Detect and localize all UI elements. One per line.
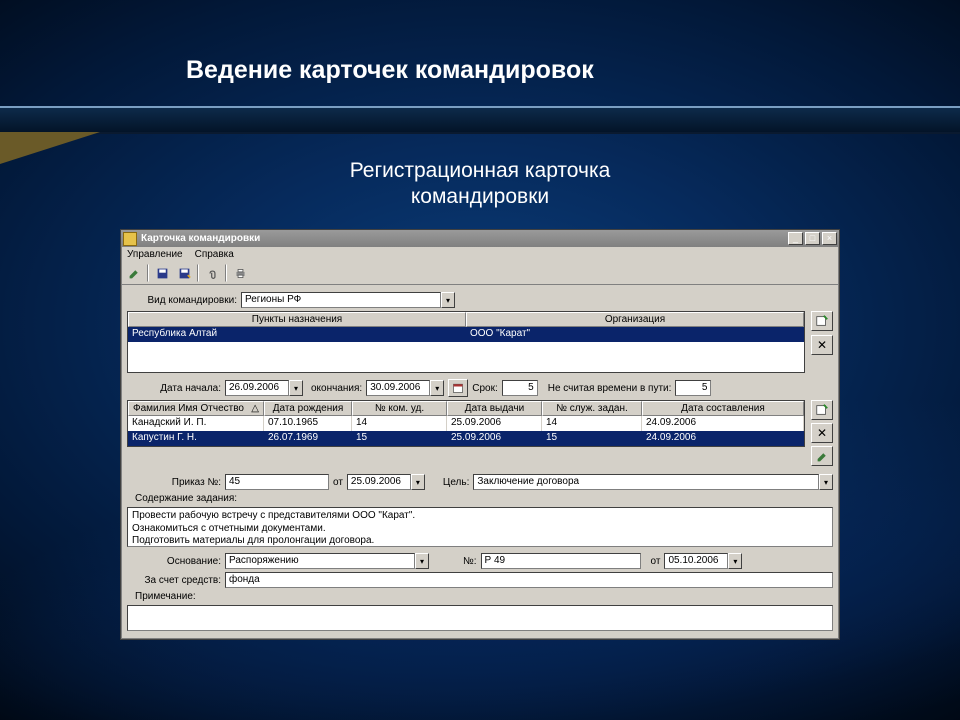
edit-icon[interactable] xyxy=(125,264,143,282)
doc-no-label: №: xyxy=(463,556,477,567)
doc-date-input[interactable]: 05.10.2006 xyxy=(664,553,742,569)
note-label: Примечание: xyxy=(135,591,215,602)
slide-title: Ведение карточек командировок xyxy=(186,56,594,85)
table-row[interactable]: Канадский И. П. 07.10.1965 14 25.09.2006… xyxy=(128,416,804,431)
menubar: Управление Справка xyxy=(121,247,839,262)
saveas-icon[interactable] xyxy=(175,264,193,282)
end-date-input[interactable]: 30.09.2006 xyxy=(366,380,444,396)
end-date-label: окончания: xyxy=(311,383,362,394)
add-person-button[interactable] xyxy=(811,400,833,420)
start-date-label: Дата начала: xyxy=(127,383,221,394)
decor-band xyxy=(0,106,960,134)
excl-travel-label: Не считая времени в пути: xyxy=(548,383,672,394)
table-row[interactable]: Республика Алтай ООО "Карат" xyxy=(128,327,804,342)
dest-header: Пункты назначения xyxy=(128,312,466,327)
basis-select[interactable]: Распоряжению xyxy=(225,553,429,569)
titlebar[interactable]: Карточка командировки _ □ × xyxy=(121,230,839,247)
minimize-button[interactable]: _ xyxy=(788,232,803,245)
app-window: Карточка командировки _ □ × Управление С… xyxy=(120,229,840,640)
trip-type-label: Вид командировки: xyxy=(127,295,237,306)
edit-person-button[interactable] xyxy=(811,446,833,466)
excl-travel-input[interactable]: 5 xyxy=(675,380,711,396)
app-icon xyxy=(123,232,137,246)
toolbar xyxy=(121,262,839,285)
save-icon[interactable] xyxy=(153,264,171,282)
goal-select[interactable]: Заключение договора xyxy=(473,474,833,490)
note-textarea[interactable] xyxy=(127,605,833,631)
task-content-label: Содержание задания: xyxy=(135,493,255,504)
fio-header[interactable]: Фамилия Имя Отчество△ xyxy=(128,401,264,416)
table-row[interactable]: Капустин Г. Н. 26.07.1969 15 25.09.2006 … xyxy=(128,431,804,446)
issue-header[interactable]: Дата выдачи xyxy=(447,401,542,416)
goal-label: Цель: xyxy=(443,477,469,488)
print-icon[interactable] xyxy=(231,264,249,282)
people-grid[interactable]: Фамилия Имя Отчество△ Дата рождения № ко… xyxy=(127,400,805,447)
trip-type-select[interactable]: Регионы РФ xyxy=(241,292,455,308)
delete-person-button[interactable]: ✕ xyxy=(811,423,833,443)
basis-label: Основание: xyxy=(127,556,221,567)
duration-input[interactable]: 5 xyxy=(502,380,538,396)
doc-no-input[interactable]: Р 49 xyxy=(481,553,641,569)
menu-manage[interactable]: Управление xyxy=(127,249,183,260)
window-title: Карточка командировки xyxy=(141,233,788,244)
org-header: Организация xyxy=(466,312,804,327)
duration-label: Срок: xyxy=(472,383,498,394)
order-no-input[interactable]: 45 xyxy=(225,474,329,490)
zadan-header[interactable]: № служ. задан. xyxy=(542,401,642,416)
attach-icon[interactable] xyxy=(203,264,221,282)
close-button[interactable]: × xyxy=(822,232,837,245)
compose-header[interactable]: Дата составления xyxy=(642,401,804,416)
order-date-input[interactable]: 25.09.2006 xyxy=(347,474,425,490)
add-row-button[interactable] xyxy=(811,311,833,331)
doc-from-label: от xyxy=(651,556,661,567)
funds-input[interactable]: фонда xyxy=(225,572,833,588)
calendar-button[interactable] xyxy=(448,379,468,397)
slide-subtitle: Регистрационная карточка командировки xyxy=(0,158,960,211)
menu-help[interactable]: Справка xyxy=(195,249,234,260)
start-date-input[interactable]: 26.09.2006 xyxy=(225,380,303,396)
dob-header[interactable]: Дата рождения xyxy=(264,401,352,416)
funds-label: За счет средств: xyxy=(127,575,221,586)
order-from-label: от xyxy=(333,477,343,488)
order-no-label: Приказ №: xyxy=(127,477,221,488)
maximize-button[interactable]: □ xyxy=(805,232,820,245)
komud-header[interactable]: № ком. уд. xyxy=(352,401,447,416)
destinations-grid[interactable]: Пункты назначения Организация Республика… xyxy=(127,311,805,373)
delete-row-button[interactable]: ✕ xyxy=(811,335,833,355)
task-content-textarea[interactable]: Провести рабочую встречу с представителя… xyxy=(127,507,833,547)
